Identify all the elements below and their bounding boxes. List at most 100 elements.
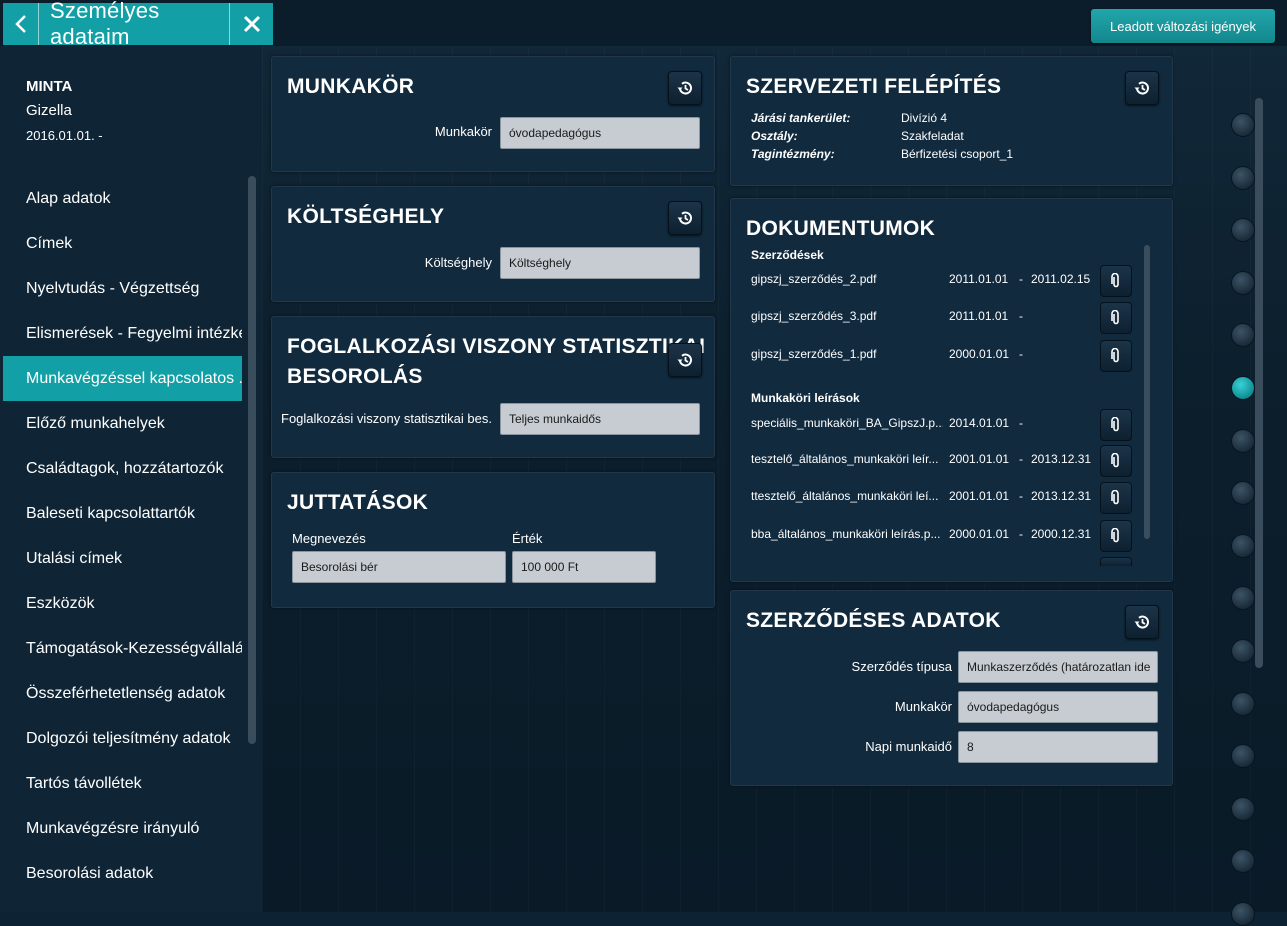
card-title-line1: FOGLALKOZÁSI VISZONY STATISZTIKAI	[287, 335, 706, 358]
sidebar-item-teljesitmeny[interactable]: Dolgozói teljesítmény adatok	[3, 716, 242, 761]
history-button[interactable]	[668, 71, 702, 105]
sidebar-item-cimek[interactable]: Címek	[3, 221, 242, 266]
sidebar-item-utalasi-cimek[interactable]: Utalási címek	[3, 536, 242, 581]
document-name[interactable]: bba_általános_munkaköri leírás.p...	[751, 527, 943, 541]
person-first-name: Gizella	[26, 102, 72, 119]
foglalkozasi-field[interactable]: Teljes munkaidős	[500, 403, 700, 435]
close-button[interactable]	[229, 3, 273, 45]
document-name[interactable]: gipszj_szerződés_1.pdf	[751, 347, 943, 361]
koltseghely-card: KÖLTSÉGHELY Költséghely Költséghely	[271, 186, 715, 302]
section-dot[interactable]	[1231, 165, 1255, 190]
history-button[interactable]	[1125, 605, 1159, 639]
sidebar-item-alap-adatok[interactable]: Alap adatok	[3, 176, 242, 221]
sidebar-item-eszkozok[interactable]: Eszközök	[3, 581, 242, 626]
document-name[interactable]: gipszj_szerződés_2.pdf	[751, 272, 943, 286]
paperclip-icon	[1111, 417, 1119, 432]
document-date-dash: -	[1019, 272, 1023, 286]
benefit-value-field[interactable]: 100 000 Ft	[512, 551, 656, 583]
daily-hours-label: Napi munkaidő	[865, 739, 952, 754]
attachment-button[interactable]	[1100, 302, 1132, 334]
document-date-dash: -	[1019, 347, 1023, 361]
history-icon	[1134, 81, 1149, 95]
munkakor-field[interactable]: óvodapedagógus	[500, 117, 700, 149]
sidebar-item-nyelvtudas[interactable]: Nyelvtudás - Végzettség	[3, 266, 242, 311]
card-title: FOGLALKOZÁSI VISZONY STATISZTIKAI BESORO…	[287, 332, 705, 392]
section-dot[interactable]	[1231, 902, 1255, 926]
card-title: SZERZŐDÉSES ADATOK	[746, 609, 1001, 632]
doc-group-contracts: Szerződések	[751, 248, 824, 262]
person-info: MINTA Gizella 2016.01.01. -	[26, 78, 103, 143]
document-date-dash: -	[1019, 489, 1023, 503]
paperclip-icon	[1111, 528, 1119, 543]
dokumentumok-card: DOKUMENTUMOK Szerződések gipszj_szerződé…	[730, 198, 1173, 582]
card-title-line2: BESOROLÁS	[287, 365, 423, 388]
submitted-changes-button[interactable]: Leadott változási igények	[1091, 9, 1275, 43]
card-title: SZERVEZETI FELÉPÍTÉS	[746, 75, 1002, 98]
column-header-name: Megnevezés	[292, 531, 366, 546]
daily-hours-field[interactable]: 8	[958, 731, 1158, 763]
paperclip-icon	[1111, 453, 1119, 468]
history-button[interactable]	[1125, 71, 1159, 105]
history-icon	[677, 211, 692, 225]
chevron-left-icon	[14, 15, 26, 33]
section-rail-track	[1255, 98, 1263, 668]
sidebar-item-munkavegzessel[interactable]: Munkavégzéssel kapcsolatos ...	[3, 356, 242, 401]
org-value: Szakfeladat	[901, 129, 964, 143]
sidebar-item-tamogatasok[interactable]: Támogatások-Kezességvállalá..	[3, 626, 242, 671]
paperclip-icon	[1111, 348, 1119, 363]
attachment-button[interactable]	[1100, 265, 1132, 297]
section-dot[interactable]	[1231, 113, 1255, 137]
document-date-dash: -	[1019, 527, 1023, 541]
sidebar-item-csaladtagok[interactable]: Családtagok, hozzátartozók	[3, 446, 242, 491]
attachment-button[interactable]	[1100, 409, 1132, 441]
benefit-name-field[interactable]: Besorolási bér	[292, 551, 506, 583]
foglalkozasi-label: Foglalkozási viszony statisztikai bes.	[281, 411, 492, 426]
attachment-button[interactable]	[1100, 482, 1132, 514]
section-dot[interactable]	[1231, 481, 1255, 506]
document-name[interactable]: ttesztelő_általános_munkaköri leí...	[751, 489, 943, 503]
document-date-from: 2001.01.01	[949, 489, 1010, 503]
sidebar-item-tartos-tavolletek[interactable]: Tartós távollétek	[3, 761, 242, 806]
section-dot[interactable]	[1231, 691, 1255, 716]
contract-type-field[interactable]: Munkaszerződés (határozatlan ide	[958, 651, 1158, 683]
sidebar-item-elozo-munkahelyek[interactable]: Előző munkahelyek	[3, 401, 242, 446]
sidebar-scrollbar[interactable]	[248, 176, 256, 744]
section-dot[interactable]	[1231, 376, 1255, 400]
foglalkozasi-card: FOGLALKOZÁSI VISZONY STATISZTIKAI BESORO…	[271, 316, 715, 458]
history-button[interactable]	[668, 343, 702, 377]
section-dot[interactable]	[1231, 639, 1255, 663]
document-date-to: 2011.02.15	[1031, 272, 1091, 286]
org-value: Divízió 4	[901, 111, 948, 125]
document-name[interactable]: tesztelő_általános_munkaköri leír...	[751, 452, 943, 466]
page-title: Személyes adataim	[50, 0, 160, 49]
section-dot[interactable]	[1231, 744, 1255, 769]
document-date-from: 2001.01.01	[949, 452, 1010, 466]
sidebar-item-munkavegzesre[interactable]: Munkavégzésre irányuló	[3, 806, 242, 851]
document-name[interactable]: gipszj_szerződés_3.pdf	[751, 309, 943, 323]
section-dot[interactable]	[1231, 796, 1255, 821]
koltseghely-field[interactable]: Költséghely	[500, 247, 700, 279]
document-date-to: 2013.12.31	[1031, 452, 1092, 466]
juttatasok-card: JUTTATÁSOK Megnevezés Érték Besorolási b…	[271, 472, 715, 608]
history-button[interactable]	[668, 201, 702, 235]
document-name[interactable]: speciális_munkaköri_BA_GipszJ.p...	[751, 416, 943, 430]
attachment-button-partial[interactable]	[1100, 557, 1132, 566]
attachment-button[interactable]	[1100, 520, 1132, 552]
org-label: Osztály:	[751, 129, 798, 143]
section-dot[interactable]	[1231, 533, 1255, 558]
contract-job-field[interactable]: óvodapedagógus	[958, 691, 1158, 723]
sidebar-item-besorolasi[interactable]: Besorolási adatok	[3, 851, 242, 896]
munkakor-card: MUNKAKÖR Munkakör óvodapedagógus	[271, 56, 715, 172]
column-header-value: Érték	[512, 531, 543, 546]
contract-type-label: Szerződés típusa	[851, 659, 952, 674]
attachment-button[interactable]	[1100, 445, 1132, 477]
sidebar-item-baleseti[interactable]: Baleseti kapcsolattartók	[3, 491, 242, 536]
documents-scrollbar[interactable]	[1144, 245, 1150, 539]
section-dot[interactable]	[1231, 428, 1255, 453]
sidebar-item-osszeferhetetlenseg[interactable]: Összeférhetetlenség adatok	[3, 671, 242, 716]
section-dot[interactable]	[1231, 218, 1255, 243]
attachment-button[interactable]	[1100, 340, 1132, 372]
back-button[interactable]	[3, 3, 39, 45]
sidebar-item-elismeresek[interactable]: Elismerések - Fegyelmi intézke.	[3, 311, 242, 356]
section-dot[interactable]	[1231, 270, 1255, 295]
